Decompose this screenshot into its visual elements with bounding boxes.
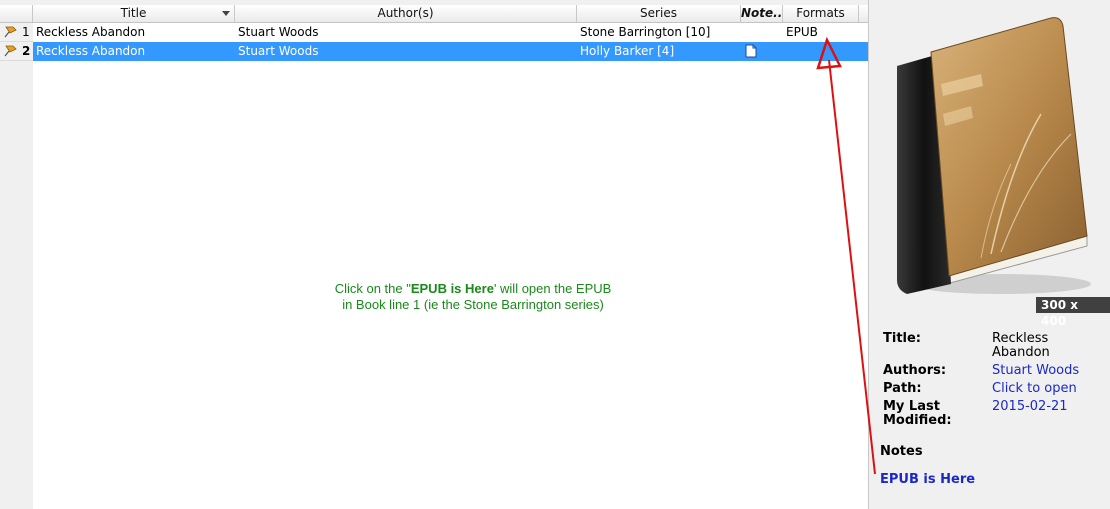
- document-icon[interactable]: [745, 44, 757, 58]
- book-cover-icon[interactable]: [891, 14, 1097, 304]
- pin-icon: [4, 26, 17, 38]
- column-header-title-label: Title: [120, 6, 147, 20]
- row-number-gutter: [0, 23, 33, 509]
- table-row-selected[interactable]: 2 Reckless Abandon Stuart Woods Holly Ba…: [0, 42, 868, 61]
- modified-value[interactable]: 2015-02-21: [992, 400, 1102, 414]
- title-label: Title:: [883, 331, 922, 346]
- table-header: Title Author(s) Series Note... Formats: [0, 5, 868, 23]
- cell-author[interactable]: Stuart Woods: [238, 23, 573, 42]
- book-details-panel: 300 x 400 Title: Reckless Abandon Author…: [869, 0, 1110, 509]
- row-header[interactable]: 1: [0, 23, 33, 42]
- cell-series[interactable]: Stone Barrington [10]: [580, 23, 740, 42]
- annotation-line-2: in Book line 1 (ie the Stone Barrington …: [342, 297, 604, 312]
- authors-label: Authors:: [883, 363, 947, 378]
- column-header-formats[interactable]: Formats: [783, 5, 859, 22]
- row-number: 1: [22, 25, 30, 39]
- path-label: Path:: [883, 381, 922, 396]
- path-link[interactable]: Click to open: [992, 382, 1102, 396]
- notes-heading: Notes: [880, 444, 923, 459]
- author-link[interactable]: Stuart Woods: [992, 364, 1102, 378]
- row-number: 2: [22, 44, 31, 58]
- cover-size-badge: 300 x 400: [1036, 297, 1110, 328]
- row-header[interactable]: 2: [0, 42, 33, 61]
- pin-icon: [4, 45, 17, 57]
- annotation-line-1: Click on the "EPUB is Here' will open th…: [334, 281, 612, 296]
- header-corner[interactable]: [0, 5, 33, 22]
- cell-formats[interactable]: EPUB: [786, 23, 856, 42]
- column-header-series[interactable]: Series: [577, 5, 741, 22]
- sort-down-icon: [222, 11, 230, 16]
- book-list-table[interactable]: Title Author(s) Series Note... Formats 1…: [0, 0, 869, 509]
- modified-label: My Last Modified:: [883, 399, 952, 428]
- epub-is-here-link[interactable]: EPUB is Here: [880, 472, 975, 487]
- column-header-title[interactable]: Title: [33, 5, 235, 22]
- column-header-authors[interactable]: Author(s): [235, 5, 577, 22]
- cell-title[interactable]: Reckless Abandon: [36, 42, 232, 61]
- title-value: Reckless Abandon: [992, 331, 1050, 360]
- cell-author[interactable]: Stuart Woods: [238, 42, 573, 61]
- table-row[interactable]: 1 Reckless Abandon Stuart Woods Stone Ba…: [0, 23, 868, 42]
- cell-series[interactable]: Holly Barker [4]: [580, 42, 740, 61]
- cell-title[interactable]: Reckless Abandon: [36, 23, 232, 42]
- annotation-text: Click on the "EPUB is Here' will open th…: [318, 281, 628, 313]
- column-header-notes[interactable]: Note...: [741, 5, 783, 22]
